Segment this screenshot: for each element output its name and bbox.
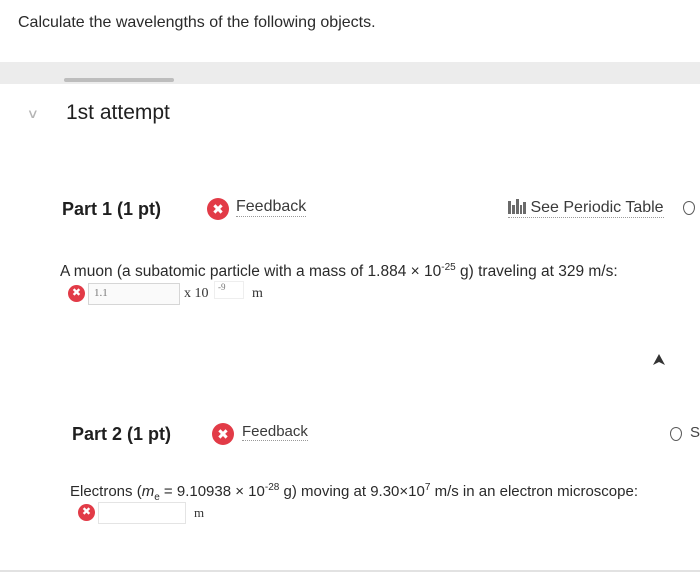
x-circle-icon: ✖ bbox=[68, 285, 85, 302]
x-circle-icon: ✖ bbox=[212, 423, 234, 445]
periodic-table-label: See Periodic Table bbox=[530, 199, 664, 216]
part2-unit: m bbox=[194, 505, 205, 520]
x-circle-icon: ✖ bbox=[78, 504, 95, 521]
attempt-tab-indicator[interactable] bbox=[64, 78, 174, 82]
part1-points: (1 pt) bbox=[117, 199, 162, 219]
part2-title: Part 2 bbox=[72, 424, 123, 444]
part2-points: (1 pt) bbox=[127, 424, 172, 444]
part2-hint-label[interactable]: S bbox=[690, 424, 700, 441]
mouse-cursor-icon bbox=[653, 354, 665, 365]
part1-heading: Part 1 (1 pt) bbox=[62, 199, 161, 220]
attempt-heading: 1st attempt bbox=[66, 101, 170, 124]
part1-exponent-input[interactable]: -9 bbox=[214, 281, 244, 299]
part1-unit: m bbox=[252, 286, 263, 301]
part1-multiplier: x 10 bbox=[184, 286, 209, 301]
chevron-down-icon[interactable]: ∨ bbox=[27, 106, 39, 122]
hint-bulb-icon[interactable] bbox=[683, 201, 695, 215]
hint-bulb-icon[interactable] bbox=[670, 427, 682, 441]
periodic-table-link[interactable]: See Periodic Table bbox=[508, 199, 664, 218]
part2-heading: Part 2 (1 pt) bbox=[72, 424, 171, 445]
periodic-table-icon bbox=[508, 199, 526, 214]
page-title: Calculate the wavelengths of the followi… bbox=[18, 14, 376, 31]
part1-question: A muon (a subatomic particle with a mass… bbox=[60, 262, 618, 281]
x-circle-icon: ✖ bbox=[207, 198, 229, 220]
part1-title: Part 1 bbox=[62, 199, 113, 219]
part1-feedback-link[interactable]: Feedback bbox=[236, 198, 307, 217]
part2-answer-input[interactable] bbox=[98, 502, 186, 524]
part1-answer-input[interactable]: 1.1 bbox=[88, 283, 180, 305]
part2-feedback-link[interactable]: Feedback bbox=[242, 423, 308, 441]
part2-question: Electrons (me = 9.10938 × 10-28 g) movin… bbox=[70, 482, 638, 503]
